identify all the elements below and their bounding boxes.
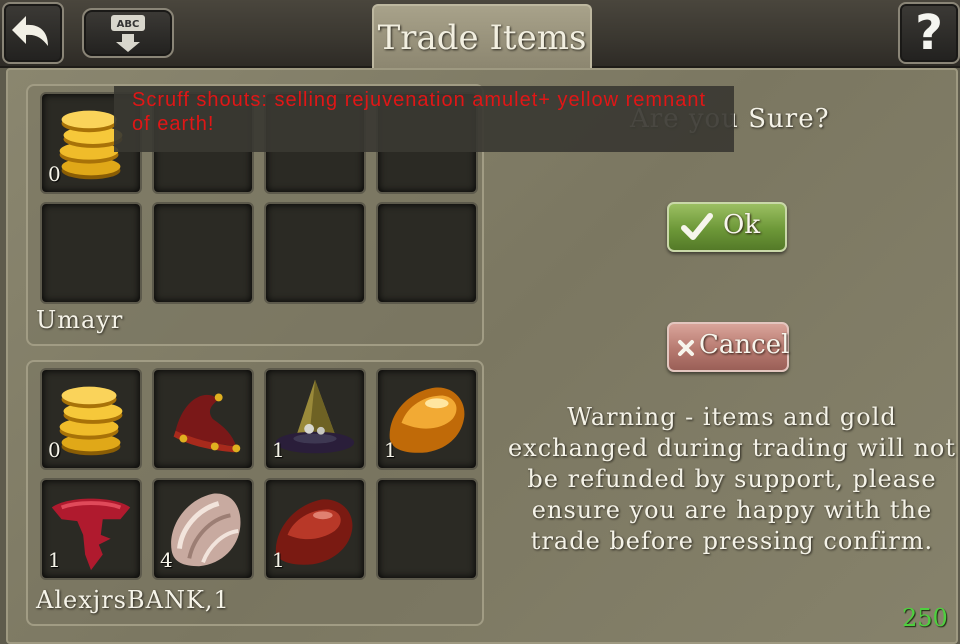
cancel-button[interactable]: Cancel [667,322,789,372]
item-quantity: 1 [272,438,285,462]
item-quantity: 0 [48,162,61,186]
back-button[interactable] [2,2,64,64]
top-bar: ABC Trade Items ? [0,0,960,156]
tab-trade-items: Trade Items [372,4,592,68]
other-slot-4[interactable]: 1 [376,368,478,470]
other-slot-1[interactable]: 0 [40,368,142,470]
counter-value: 250 [902,604,948,632]
self-player-name: Umayr [36,306,124,334]
other-offer-panel: 0 1 1 1 4 1 AlexjrsBANK,1 [26,360,484,626]
ok-label: Ok [723,210,761,240]
keyboard-icon: ABC [111,15,145,52]
item-quantity: 1 [384,438,397,462]
other-slot-2[interactable] [152,368,254,470]
other-slot-5[interactable]: 1 [40,478,142,580]
trade-window: 0 Umayr 0 1 1 1 4 1 AlexjrsBANK,1 [6,68,958,644]
close-x-icon [678,340,694,356]
self-slot-7[interactable] [264,202,366,304]
item-quantity: 1 [48,548,61,572]
keyboard-button[interactable]: ABC [82,8,174,58]
other-slot-3[interactable]: 1 [264,368,366,470]
chat-message-overlay: Scruff shouts: selling rejuvenation amul… [114,86,734,152]
ok-button[interactable]: Ok [667,202,787,252]
other-player-name: AlexjrsBANK,1 [36,586,230,614]
checkmark-icon [681,213,713,240]
item-quantity: 1 [272,548,285,572]
back-arrow-icon [12,16,48,46]
other-slot-7[interactable]: 1 [264,478,366,580]
self-slot-8[interactable] [376,202,478,304]
help-button[interactable]: ? [898,2,960,64]
cancel-label: Cancel [699,330,790,360]
question-mark-icon: ? [915,5,943,61]
item-quantity: 0 [48,438,61,462]
item-quantity: 4 [160,548,173,572]
self-slot-5[interactable] [40,202,142,304]
self-slot-6[interactable] [152,202,254,304]
other-slot-8[interactable] [376,478,478,580]
page-title: Trade Items [377,18,587,58]
jester-hat-icon [173,393,241,453]
trade-warning-text: Warning - items and gold exchanged durin… [507,403,957,555]
other-slot-6[interactable]: 4 [152,478,254,580]
svg-text:ABC: ABC [117,19,140,30]
chat-message-text: Scruff shouts: selling rejuvenation amul… [132,89,707,135]
